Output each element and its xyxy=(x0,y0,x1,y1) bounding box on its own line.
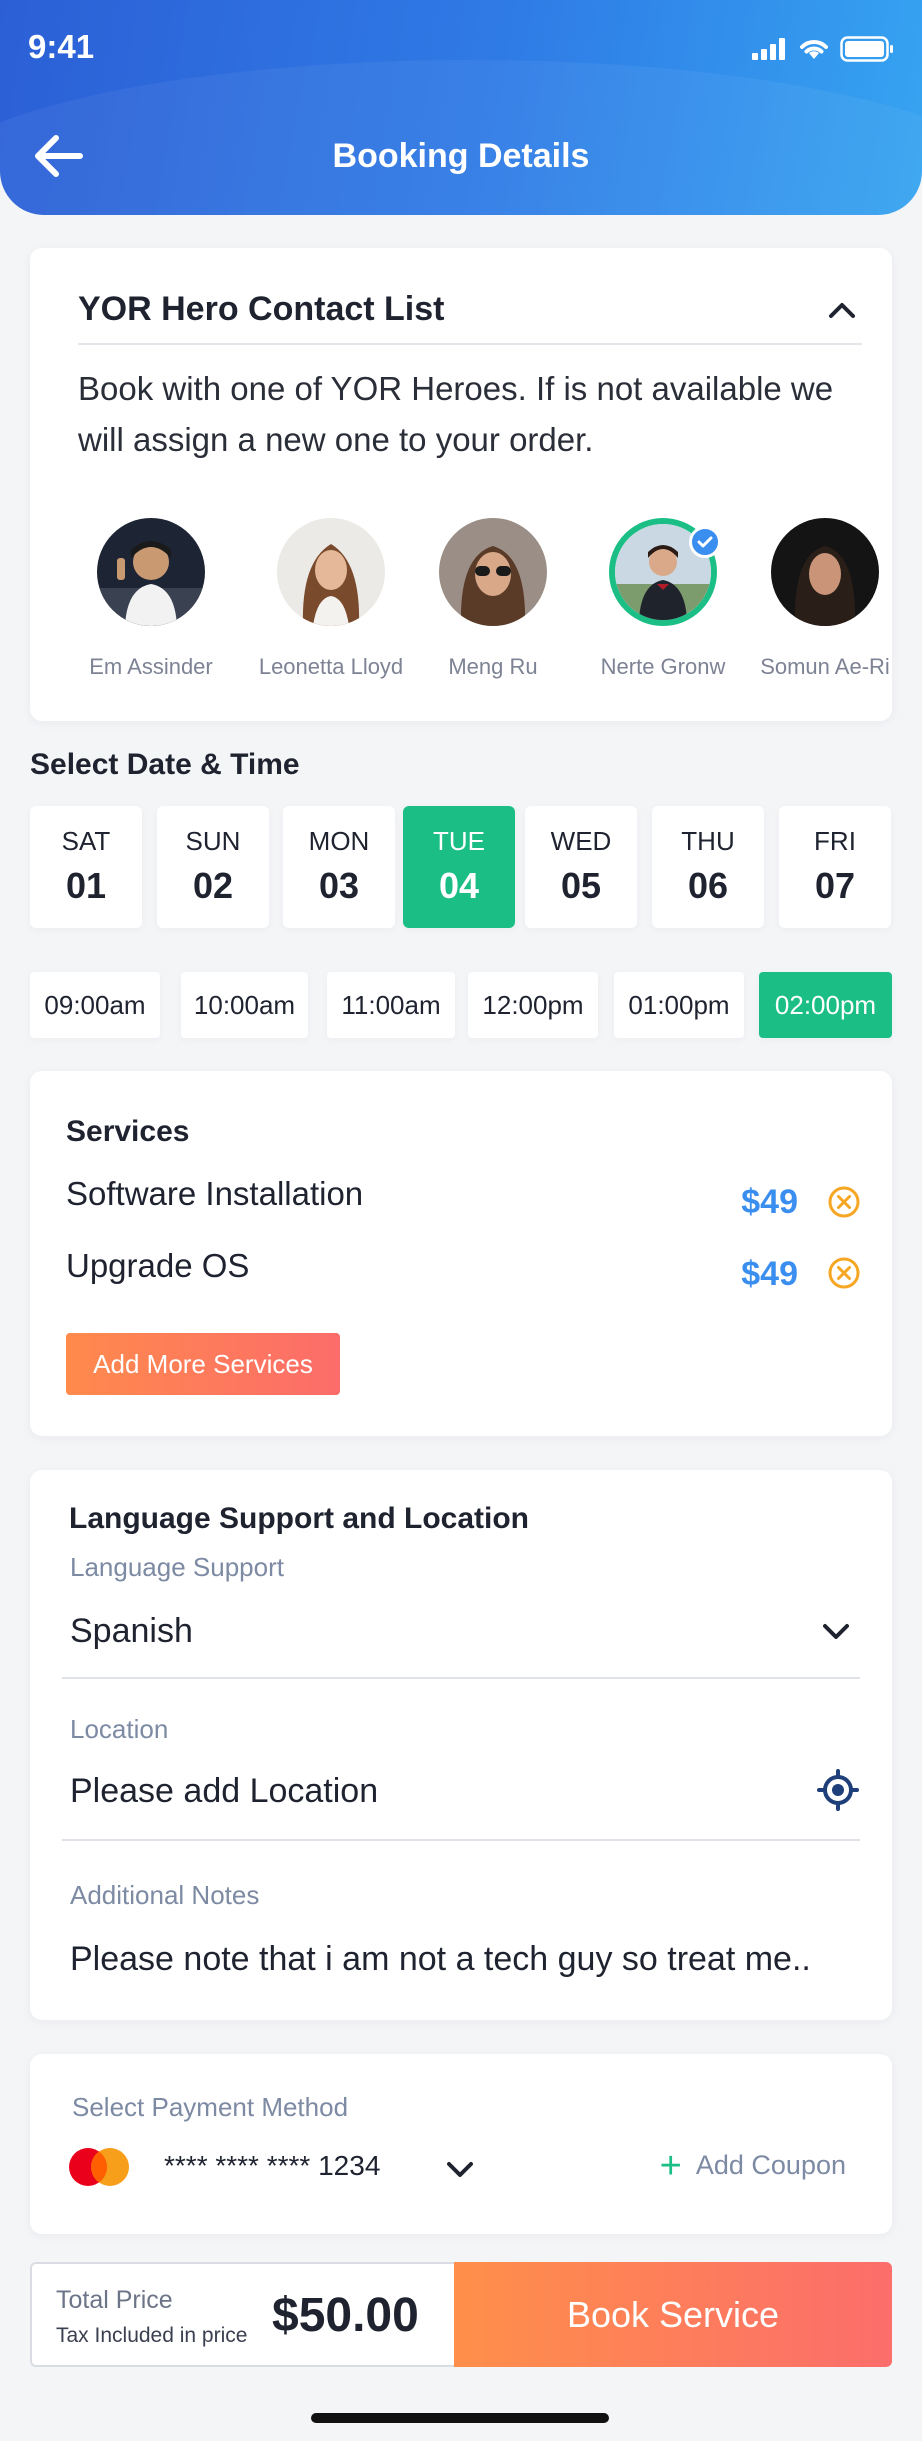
notes-label: Additional Notes xyxy=(70,1880,260,1910)
day-wed[interactable]: WED 05 xyxy=(525,806,637,928)
service-price: $49 xyxy=(741,1255,798,1293)
tax-label: Tax Included in price xyxy=(56,2324,248,2347)
avatar xyxy=(439,518,547,626)
hero-list-title: YOR Hero Contact List xyxy=(78,290,445,328)
service-price: $49 xyxy=(741,1183,798,1221)
location-underline xyxy=(62,1839,860,1841)
hero-item[interactable]: Somun Ae-Ri xyxy=(740,518,910,680)
time-slot[interactable]: 11:00am xyxy=(327,972,455,1038)
hero-item[interactable]: Em Assinder xyxy=(66,518,236,680)
day-name: TUE xyxy=(433,826,485,856)
book-service-button[interactable]: Book Service xyxy=(454,2262,892,2367)
hero-name: Meng Ru xyxy=(448,654,538,679)
language-label: Language Support xyxy=(70,1552,284,1582)
day-name: SUN xyxy=(185,826,241,856)
day-name: MON xyxy=(308,826,370,856)
add-coupon-label: Add Coupon xyxy=(695,2150,846,2180)
time-slot-selected[interactable]: 02:00pm xyxy=(759,972,892,1038)
chevron-up-icon[interactable] xyxy=(822,290,862,330)
time-slot[interactable]: 09:00am xyxy=(30,972,160,1038)
day-number: 02 xyxy=(192,865,234,906)
check-badge-icon xyxy=(689,526,721,558)
day-name: WED xyxy=(550,826,612,856)
payment-label: Select Payment Method xyxy=(72,2092,349,2122)
hero-name: Leonetta Lloyd xyxy=(258,654,404,679)
date-time-title: Select Date & Time xyxy=(30,748,300,781)
hero-item[interactable]: Leonetta Lloyd xyxy=(246,518,416,680)
avatar-selected xyxy=(609,518,721,626)
hero-name: Nerte Gronw xyxy=(600,654,726,679)
hero-name: Em Assinder xyxy=(89,654,213,679)
day-tue-selected[interactable]: TUE 04 xyxy=(403,806,515,928)
services-title: Services xyxy=(66,1115,190,1148)
hero-item-selected[interactable]: Nerte Gronw xyxy=(578,518,748,680)
app-header: 9:41 Booking Details xyxy=(0,0,922,215)
chevron-down-icon[interactable] xyxy=(440,2150,480,2190)
payment-card: Select Payment Method **** **** **** 123… xyxy=(30,2054,892,2234)
hero-description: Book with one of YOR Heroes. If is not a… xyxy=(78,370,834,458)
hero-contact-card: YOR Hero Contact List Book with one of Y… xyxy=(30,248,892,721)
avatar xyxy=(277,518,385,626)
day-number: 04 xyxy=(438,865,480,906)
total-value: $50.00 xyxy=(272,2289,419,2342)
time-slot[interactable]: 10:00am xyxy=(181,972,308,1038)
day-thu[interactable]: THU 06 xyxy=(652,806,764,928)
status-icons xyxy=(752,36,894,62)
location-label: Location xyxy=(70,1714,169,1744)
day-sun[interactable]: SUN 02 xyxy=(157,806,269,928)
battery-icon xyxy=(840,36,893,62)
signal-icon xyxy=(752,38,785,60)
time-slot[interactable]: 01:00pm xyxy=(614,972,744,1038)
day-number: 01 xyxy=(65,865,107,906)
language-underline xyxy=(62,1677,860,1679)
service-name: Software Installation xyxy=(66,1175,364,1212)
avatar xyxy=(771,518,879,626)
add-more-services-button[interactable]: Add More Services xyxy=(66,1333,340,1395)
location-field[interactable]: Please add Location xyxy=(70,1772,378,1811)
page-title: Booking Details xyxy=(332,137,590,175)
location-target-icon[interactable] xyxy=(816,1768,860,1812)
hero-item[interactable]: Meng Ru xyxy=(408,518,578,680)
day-fri[interactable]: FRI 07 xyxy=(779,806,891,928)
hero-divider xyxy=(78,343,862,345)
mastercard-logo-icon xyxy=(66,2144,132,2190)
remove-service-icon[interactable] xyxy=(826,1255,862,1291)
language-location-card: Language Support and Location Language S… xyxy=(30,1470,892,2020)
add-coupon-button[interactable]: + Add Coupon xyxy=(659,2144,846,2187)
day-number: 06 xyxy=(687,865,729,906)
day-name: THU xyxy=(681,826,735,856)
card-number: **** **** **** 1234 xyxy=(164,2150,381,2181)
day-number: 07 xyxy=(814,865,856,906)
status-time: 9:41 xyxy=(28,28,95,65)
hero-name: Somun Ae-Ri xyxy=(760,654,890,679)
day-mon[interactable]: MON 03 xyxy=(283,806,395,928)
language-select[interactable]: Spanish xyxy=(70,1612,193,1651)
service-name: Upgrade OS xyxy=(66,1247,250,1284)
remove-service-icon[interactable] xyxy=(826,1184,862,1220)
notes-field[interactable]: Please note that i am not a tech guy so … xyxy=(70,1940,811,1979)
home-indicator[interactable] xyxy=(311,2413,609,2423)
wifi-icon xyxy=(800,40,828,59)
day-name: SAT xyxy=(61,826,111,856)
chevron-down-icon[interactable] xyxy=(816,1612,856,1652)
day-name: FRI xyxy=(814,826,856,856)
avatar xyxy=(97,518,205,626)
time-slot[interactable]: 12:00pm xyxy=(468,972,598,1038)
total-label: Total Price xyxy=(56,2286,173,2314)
language-card-title: Language Support and Location xyxy=(69,1502,529,1535)
day-number: 05 xyxy=(560,865,602,906)
day-sat[interactable]: SAT 01 xyxy=(30,806,142,928)
total-price-box: Total Price Tax Included in price $50.00 xyxy=(30,2262,454,2367)
day-number: 03 xyxy=(318,865,360,906)
hero-avatars-row: Em Assinder Leonetta Lloyd Meng Ru Nerte… xyxy=(30,518,892,698)
services-card: Services Software Installation $49 Upgra… xyxy=(30,1071,892,1436)
plus-icon: + xyxy=(659,2144,682,2187)
